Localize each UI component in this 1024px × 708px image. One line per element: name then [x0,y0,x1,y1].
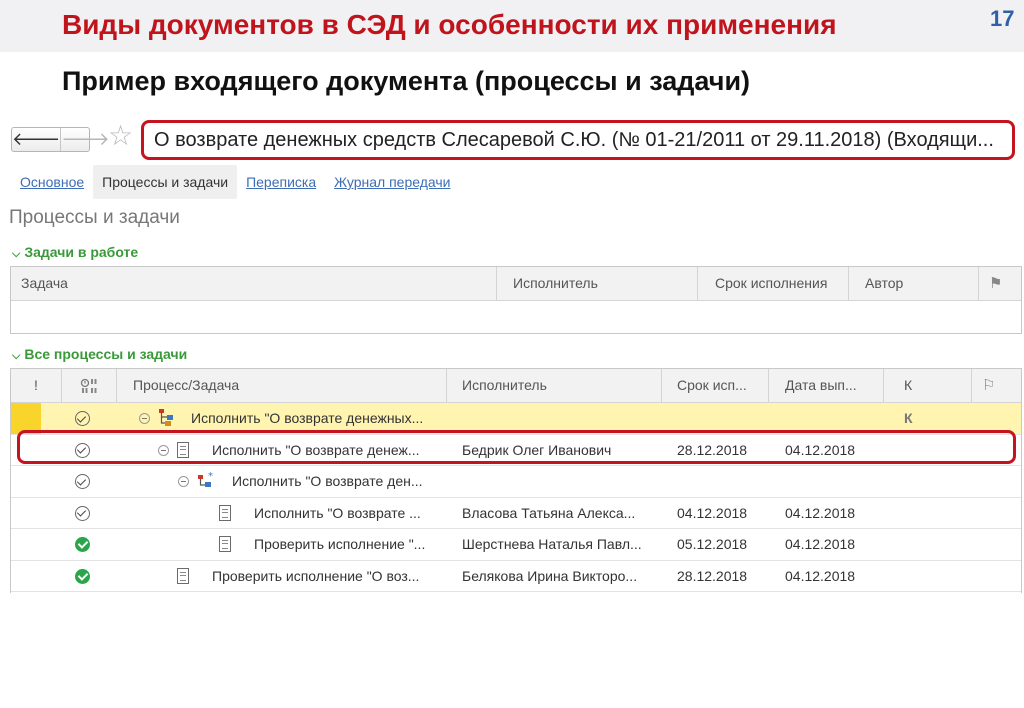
table-row[interactable]: Исполнить "О возврате денежных... К [11,403,1021,435]
arrow-left-icon: 🡐 [12,129,61,149]
checkmark-icon [75,537,90,552]
due-cell: 04.12.2018 [677,504,748,521]
column-process-task[interactable]: Процесс/Задача [117,369,447,402]
column-due-date[interactable]: Срок исполнения [698,267,849,300]
table-row[interactable]: Исполнить "О возврате денеж... Бедрик Ол… [11,435,1021,466]
tab-main[interactable]: Основное [11,165,93,199]
table-row[interactable]: * Исполнить "О возврате ден... [11,466,1021,498]
document-title-box: О возврате денежных средств Слесаревой С… [141,120,1015,160]
chevron-down-icon: ⌵ [12,350,21,362]
importance-cell [11,466,41,497]
executor-cell: Власова Татьяна Алекса... [462,504,636,521]
table-row[interactable]: Исполнить "О возврате ... Власова Татьян… [11,498,1021,529]
back-button[interactable]: 🡐 [12,128,62,151]
tasks-in-work-table: Задача Исполнитель Срок исполнения Автор… [10,266,1022,334]
all-processes-label: Все процессы и задачи [24,346,188,362]
flag-icon: ⚐ [982,377,996,394]
slide-subtitle: Пример входящего документа (процессы и з… [62,66,751,96]
column-done-date[interactable]: Дата вып... [769,369,884,402]
tasks-in-work-header[interactable]: ⌵ Задачи в работе [12,244,138,261]
column-task[interactable]: Задача [11,267,497,300]
checkmark-icon [75,568,90,584]
due-cell: 05.12.2018 [677,536,748,552]
checkmark-icon [75,505,90,521]
document-icon [177,567,189,584]
process-task-cell: Исполнить "О возврате ... [254,504,421,521]
importance-cell [11,529,41,560]
all-processes-header[interactable]: ⌵ Все процессы и задачи [12,346,187,363]
tab-correspondence[interactable]: Переписка [237,165,325,199]
executor-cell: Шерстнева Наталья Павл... [462,536,642,552]
process-task-cell: Проверить исполнение "... [254,536,426,552]
document-tabs: Основное Процессы и задачи Переписка Жур… [11,165,460,199]
done-date-cell: 04.12.2018 [785,567,856,584]
column-flag[interactable]: ⚐ [972,369,1023,402]
done-date-cell: 04.12.2018 [785,504,856,521]
table-row[interactable]: Проверить исполнение "... Шерстнева Ната… [11,529,1021,561]
process-task-cell: Проверить исполнение "О воз... [212,567,420,584]
due-cell: 28.12.2018 [677,441,748,458]
table-row[interactable]: Проверить исполнение "О воз... Белякова … [11,561,1021,592]
importance-cell [11,403,41,434]
document-icon [219,504,231,521]
star-icon[interactable]: ☆ [108,122,133,150]
tab-processes[interactable]: Процессы и задачи [93,165,238,199]
collapse-icon[interactable] [178,476,189,487]
process-icon [159,409,173,426]
process-task-cell: Исполнить "О возврате денежных... [191,410,424,426]
tasks-table-header: Задача Исполнитель Срок исполнения Автор… [11,267,1021,301]
process-task-cell: Исполнить "О возврате денеж... [212,441,420,458]
flag-icon: ⚑ [989,275,1003,292]
document-icon [219,536,231,552]
done-date-cell: 04.12.2018 [785,441,856,458]
checkmark-icon [75,442,90,458]
all-processes-table: ! Процесс/Задача Исполнитель Срок исп...… [10,368,1022,593]
collapse-icon[interactable] [139,413,150,424]
processes-table-header: ! Процесс/Задача Исполнитель Срок исп...… [11,369,1021,403]
tasks-in-work-label: Задачи в работе [24,244,139,260]
arrow-right-icon: 🡒 [61,129,110,149]
executor-cell: Бедрик Олег Иванович [462,441,612,458]
checkmark-icon [75,411,90,426]
executor-cell: Белякова Ирина Викторо... [462,567,638,584]
collapse-icon[interactable] [158,444,169,456]
chevron-down-icon: ⌵ [12,248,21,260]
column-due[interactable]: Срок исп... [662,369,769,402]
importance-cell [11,498,41,529]
clock-icon [80,379,97,394]
process-task-cell: Исполнить "О возврате ден... [232,473,423,489]
slide-header: Виды документов в СЭД и особенности их п… [0,0,1024,52]
forward-button[interactable]: 🡒 [61,128,109,151]
due-cell: 28.12.2018 [677,567,748,584]
section-title: Процессы и задачи [9,207,180,228]
process-icon: * [198,471,213,487]
k-cell: К [904,410,913,426]
checkmark-icon [75,474,90,489]
document-title: О возврате денежных средств Слесаревой С… [154,129,994,151]
navigation-buttons: 🡐 🡒 [11,127,110,152]
column-executor[interactable]: Исполнитель [447,369,662,402]
column-executor[interactable]: Исполнитель [497,267,698,300]
svg-text:*: * [208,471,213,482]
document-icon [177,441,189,458]
tab-transfer-log[interactable]: Журнал передачи [325,165,459,199]
importance-cell [11,435,41,466]
column-importance[interactable]: ! [11,369,62,402]
done-date-cell: 04.12.2018 [785,536,856,552]
column-k[interactable]: К [884,369,972,402]
importance-cell [11,561,41,592]
page-number: 17 [990,6,1015,31]
slide-title: Виды документов в СЭД и особенности их п… [62,9,837,40]
column-flag[interactable]: ⚑ [979,267,1023,300]
column-author[interactable]: Автор [849,267,979,300]
column-state[interactable] [62,369,117,402]
